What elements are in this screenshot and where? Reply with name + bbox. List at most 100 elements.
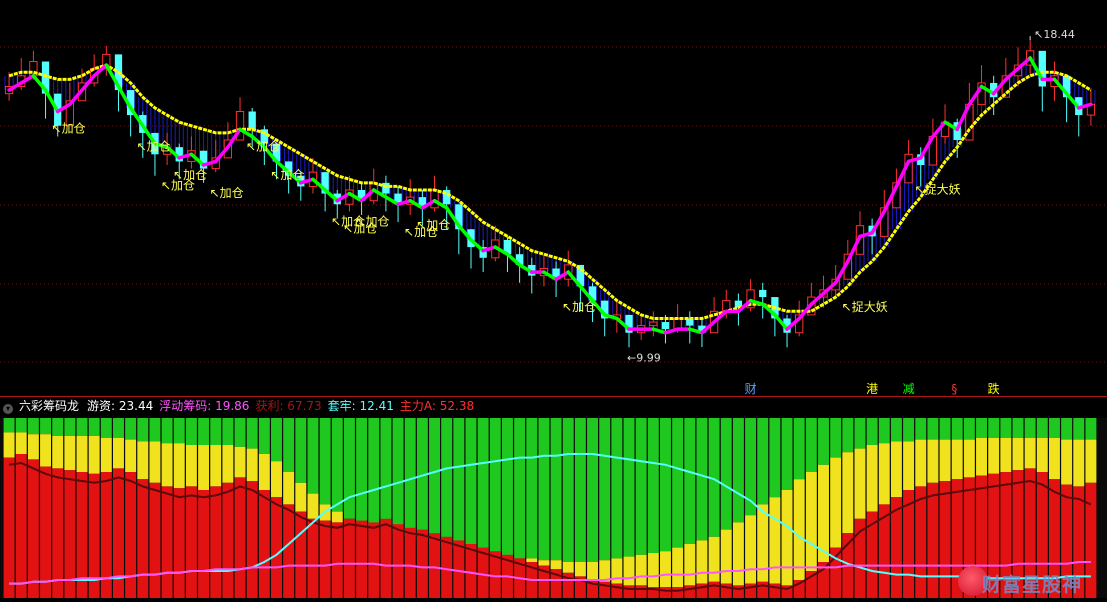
red-bar-36 xyxy=(441,536,453,598)
yellow-bar-87 xyxy=(1061,439,1073,485)
yellow-bar-10 xyxy=(125,439,137,472)
green-bar-77 xyxy=(939,418,951,440)
yellow-bar-6 xyxy=(76,436,88,472)
yellow-bar-66 xyxy=(805,472,817,571)
green-bar-22 xyxy=(271,418,282,462)
yellow-bar-74 xyxy=(903,441,915,490)
red-bar-56 xyxy=(684,585,696,598)
signal-label-5: ↖加仓 xyxy=(246,139,280,153)
candle-body-62 xyxy=(759,289,767,298)
green-bar-18 xyxy=(222,418,234,445)
lower-line-seg-55 xyxy=(663,327,680,335)
green-bar-9 xyxy=(113,418,124,438)
yellow-bar-0 xyxy=(3,432,15,458)
event-marker-2: 减 xyxy=(903,382,915,396)
red-bar-32 xyxy=(392,524,404,598)
green-bar-10 xyxy=(125,418,137,440)
green-bar-64 xyxy=(781,418,793,490)
red-bar-20 xyxy=(246,481,258,598)
yellow-bar-72 xyxy=(878,443,890,505)
yellow-bar-68 xyxy=(830,457,842,548)
indicator-name[interactable]: 六彩筹码龙 xyxy=(19,399,79,413)
green-bar-56 xyxy=(684,418,696,544)
annotations: ↖18.44←9.99↖加仓↖加仓↖加仓↖加仓↖加仓↖加仓↖加仓↖加仓↖加仓↖加… xyxy=(52,28,1075,396)
signal-label-0: ↖加仓 xyxy=(52,122,86,136)
red-bar-75 xyxy=(915,486,927,598)
yellow-bar-52 xyxy=(635,554,647,586)
red-bar-1 xyxy=(15,454,27,598)
yellow-bar-53 xyxy=(647,553,659,588)
yellow-bar-57 xyxy=(696,540,708,584)
signal-label-12: ↖加仓 xyxy=(562,300,596,314)
candle-body-85 xyxy=(1038,50,1046,87)
green-bar-48 xyxy=(587,418,599,562)
yellow-bar-27 xyxy=(331,511,343,523)
red-bar-58 xyxy=(708,581,720,598)
yellow-bar-18 xyxy=(222,445,234,483)
yellow-bar-89 xyxy=(1085,439,1097,483)
red-bar-12 xyxy=(149,482,161,598)
green-bar-0 xyxy=(3,418,15,433)
red-bar-54 xyxy=(660,587,671,598)
green-bar-53 xyxy=(647,418,659,553)
green-bar-51 xyxy=(623,418,635,557)
red-bar-38 xyxy=(465,544,477,598)
chip-distribution-panel xyxy=(0,418,1107,598)
yellow-bar-46 xyxy=(562,562,574,573)
red-bar-34 xyxy=(416,529,428,598)
yellow-bar-51 xyxy=(623,556,635,586)
green-bar-1 xyxy=(15,418,27,433)
green-bar-28 xyxy=(343,418,355,519)
yellow-bar-5 xyxy=(64,436,76,471)
green-bar-12 xyxy=(149,418,161,442)
yellow-bar-63 xyxy=(769,497,781,584)
yellow-bar-21 xyxy=(258,454,270,490)
collapse-icon[interactable]: ▾ xyxy=(3,404,13,414)
green-bar-86 xyxy=(1048,418,1060,438)
red-bar-25 xyxy=(307,518,319,598)
red-bar-28 xyxy=(343,518,355,598)
candle-body-53 xyxy=(649,321,658,327)
red-bar-10 xyxy=(125,472,137,598)
red-bar-0 xyxy=(3,457,15,598)
yellow-bar-7 xyxy=(88,436,100,474)
indicator-value-3: 套牢: 12.41 xyxy=(327,399,394,413)
green-bar-39 xyxy=(477,418,489,553)
green-bar-24 xyxy=(295,418,307,483)
yellow-bar-73 xyxy=(890,441,902,498)
green-bar-19 xyxy=(234,418,246,447)
green-bar-46 xyxy=(562,418,574,562)
green-bar-11 xyxy=(137,418,149,442)
green-bar-74 xyxy=(903,418,915,442)
yellow-bar-85 xyxy=(1036,437,1048,472)
green-bar-45 xyxy=(550,418,562,561)
indicator-value-4: 主力A: 52.38 xyxy=(399,399,475,413)
green-bar-8 xyxy=(100,418,112,438)
red-bar-27 xyxy=(331,522,343,598)
signal-label-14: ↖捉大妖 xyxy=(915,181,961,196)
yellow-bar-84 xyxy=(1024,437,1036,469)
red-bar-60 xyxy=(732,585,744,598)
yellow-bar-86 xyxy=(1048,437,1060,480)
yellow-bar-25 xyxy=(307,493,319,519)
event-marker-3: § xyxy=(951,382,957,396)
yellow-bar-59 xyxy=(720,529,732,584)
green-bar-69 xyxy=(842,418,854,453)
yellow-bar-12 xyxy=(149,441,161,483)
green-bar-79 xyxy=(963,418,975,440)
yellow-bar-4 xyxy=(52,436,64,469)
green-bar-81 xyxy=(988,418,1000,438)
green-bar-42 xyxy=(514,418,526,559)
green-bar-72 xyxy=(878,418,890,444)
red-bar-13 xyxy=(161,486,173,598)
red-bar-77 xyxy=(939,481,951,598)
yellow-bar-1 xyxy=(15,432,27,454)
yellow-bar-81 xyxy=(988,437,1000,474)
yellow-bar-24 xyxy=(295,482,307,512)
candle-body-31 xyxy=(382,182,390,194)
yellow-bar-78 xyxy=(951,439,963,480)
red-bar-18 xyxy=(222,482,234,598)
red-bar-31 xyxy=(380,518,392,598)
red-bar-35 xyxy=(429,533,440,598)
green-bar-73 xyxy=(890,418,902,442)
